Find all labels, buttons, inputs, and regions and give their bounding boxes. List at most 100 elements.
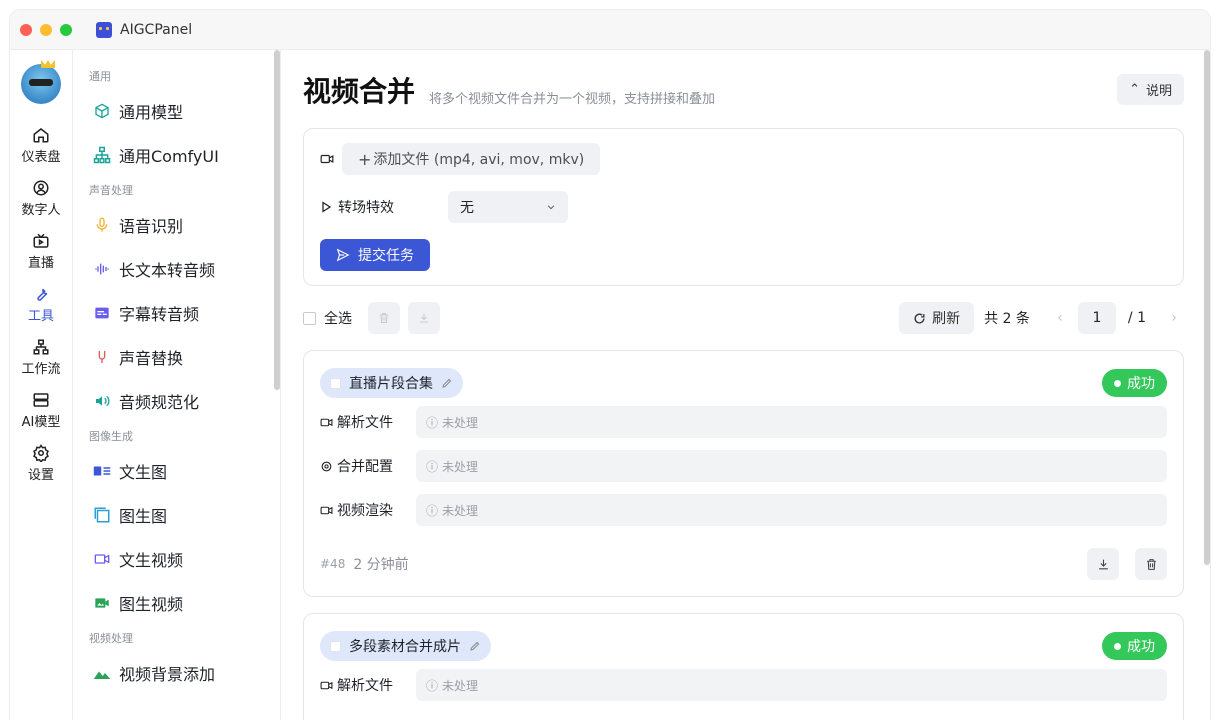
home-icon: [33, 128, 49, 143]
download-icon: [420, 313, 428, 323]
select-all-label: 全选: [324, 311, 352, 327]
rail-item-label: 直播: [27, 256, 54, 271]
wrench-icon: [37, 288, 48, 301]
video-camera-icon: [93, 550, 111, 568]
status-dot-icon: [1114, 379, 1121, 387]
menu-item-image-to-image[interactable]: 图生图: [73, 498, 280, 532]
add-file-button[interactable]: + 添加文件 (mp4, avi, mov, mkv): [342, 143, 601, 175]
prev-page-button[interactable]: ‹: [1050, 310, 1070, 326]
refresh-icon: [914, 313, 925, 324]
rail-item-workflow[interactable]: 工作流: [11, 338, 71, 377]
task-checkbox[interactable]: [330, 640, 341, 652]
plus-icon: +: [358, 149, 372, 169]
refresh-button[interactable]: 刷新: [899, 302, 975, 334]
menu-group-title: 图像生成: [89, 430, 133, 443]
total-count: 共 2 条: [984, 311, 1030, 327]
menu-item-text-to-video[interactable]: 文生视频: [73, 542, 280, 576]
delete-button[interactable]: [1135, 548, 1167, 580]
step-status: ⓘ 未处理: [416, 450, 1167, 482]
menu-item-image-to-video[interactable]: 图生视频: [73, 586, 280, 620]
task-name-chip[interactable]: 多段素材合并成片: [320, 631, 491, 661]
minimize-window-button[interactable]: [40, 23, 52, 36]
menu-item-general-model[interactable]: 通用模型: [73, 94, 280, 128]
chevron-down-icon: [547, 205, 555, 210]
rail-item-label: 工作流: [21, 362, 61, 377]
menu-scrollbar[interactable]: [274, 50, 280, 390]
video-icon: [320, 681, 333, 689]
subtitles-icon: [93, 304, 111, 322]
app-logo-icon: [96, 21, 112, 38]
maximize-window-button[interactable]: [60, 23, 72, 36]
info-icon: ⓘ: [426, 459, 439, 474]
app-window: AIGCPanel 仪表盘 数字人 直播 工具 工作流 AI模型 设置 通用 通…: [10, 10, 1210, 720]
task-toolbar: 全选 刷新 共 2 条 ‹ 1 / 1 ›: [303, 302, 1184, 334]
close-window-button[interactable]: [20, 23, 32, 36]
status-dot-icon: [1114, 642, 1121, 650]
app-title: AIGCPanel: [120, 21, 193, 38]
menu-item-video-bg[interactable]: 视频背景添加: [73, 656, 280, 690]
sitemap-icon: [93, 146, 111, 164]
info-icon: ⓘ: [426, 678, 439, 693]
flow-icon: [33, 339, 49, 355]
bulk-download-button[interactable]: [408, 302, 440, 334]
speaker-icon: [93, 392, 111, 410]
rail-item-live[interactable]: 直播: [11, 232, 71, 271]
rail-item-tools[interactable]: 工具: [11, 285, 71, 324]
transition-label: 转场特效: [338, 200, 394, 216]
menu-item-voice-replace[interactable]: 声音替换: [73, 340, 280, 374]
merge-form: + 添加文件 (mp4, avi, mov, mkv) 转场特效 无 提交任务: [303, 128, 1184, 286]
pencil-icon[interactable]: [441, 377, 453, 389]
rail-item-label: 数字人: [21, 203, 61, 218]
page-total: / 1: [1127, 310, 1146, 326]
transition-select[interactable]: 无: [448, 191, 568, 223]
gear-icon: [321, 461, 332, 471]
menu-group-title: 视频处理: [89, 632, 133, 645]
download-button[interactable]: [1087, 548, 1119, 580]
status-badge: 成功: [1102, 632, 1167, 660]
rail-item-label: AI模型: [21, 415, 61, 430]
pencil-icon[interactable]: [469, 640, 481, 652]
bulk-delete-button[interactable]: [368, 302, 400, 334]
page-title: 视频合并: [303, 75, 416, 108]
menu-item-audio-normalize[interactable]: 音频规范化: [73, 384, 280, 418]
chevron-up-icon: ⌃: [1129, 82, 1140, 97]
video-icon: [320, 418, 333, 426]
submit-task-button[interactable]: 提交任务: [320, 239, 430, 271]
task-step: 视频渲染 ⓘ 未处理: [320, 494, 1167, 526]
page-subtitle: 将多个视频文件合并为一个视频，支持拼接和叠加: [429, 92, 716, 107]
menu-item-subtitle-tts[interactable]: 字幕转音频: [73, 296, 280, 330]
main-scrollbar[interactable]: [1204, 50, 1210, 565]
next-page-button[interactable]: ›: [1164, 310, 1184, 326]
select-all-checkbox[interactable]: [303, 311, 316, 325]
step-status: ⓘ 未处理: [416, 494, 1167, 526]
rail-item-dashboard[interactable]: 仪表盘: [11, 126, 71, 165]
menu-item-asr[interactable]: 语音识别: [73, 208, 280, 242]
trash-icon: [380, 313, 388, 323]
send-icon: [336, 248, 350, 262]
menu-item-text-to-image[interactable]: 文生图: [73, 454, 280, 488]
rail-item-digital-human[interactable]: 数字人: [11, 179, 71, 218]
user-circle-icon: [33, 180, 49, 196]
rail-item-settings[interactable]: 设置: [11, 444, 71, 483]
tv-icon: [33, 233, 49, 248]
task-step: 解析文件 ⓘ 未处理: [320, 406, 1167, 438]
menu-item-general-comfyui[interactable]: 通用ComfyUI: [73, 138, 280, 172]
help-button[interactable]: ⌃ 说明: [1117, 74, 1184, 105]
nav-rail: 仪表盘 数字人 直播 工具 工作流 AI模型 设置: [10, 50, 73, 720]
step-status: ⓘ 未处理: [416, 669, 1167, 701]
status-badge: 成功: [1102, 369, 1167, 397]
server-icon: [33, 393, 49, 407]
menu-item-long-tts[interactable]: 长文本转音频: [73, 252, 280, 286]
page-input[interactable]: 1: [1077, 302, 1116, 334]
rail-item-ai-models[interactable]: AI模型: [11, 391, 71, 430]
microphone-icon: [93, 216, 111, 234]
voice-replace-icon: [93, 348, 111, 366]
task-name-chip[interactable]: 直播片段合集: [320, 368, 463, 398]
video-icon: [320, 506, 333, 514]
avatar[interactable]: [21, 64, 61, 104]
main-content: 视频合并 将多个视频文件合并为一个视频，支持拼接和叠加 ⌃ 说明 + 添加文件 …: [281, 50, 1210, 720]
menu-group-title: 通用: [89, 70, 111, 83]
play-icon: [322, 201, 332, 213]
task-checkbox[interactable]: [330, 377, 341, 389]
title-bar: AIGCPanel: [10, 10, 1210, 50]
